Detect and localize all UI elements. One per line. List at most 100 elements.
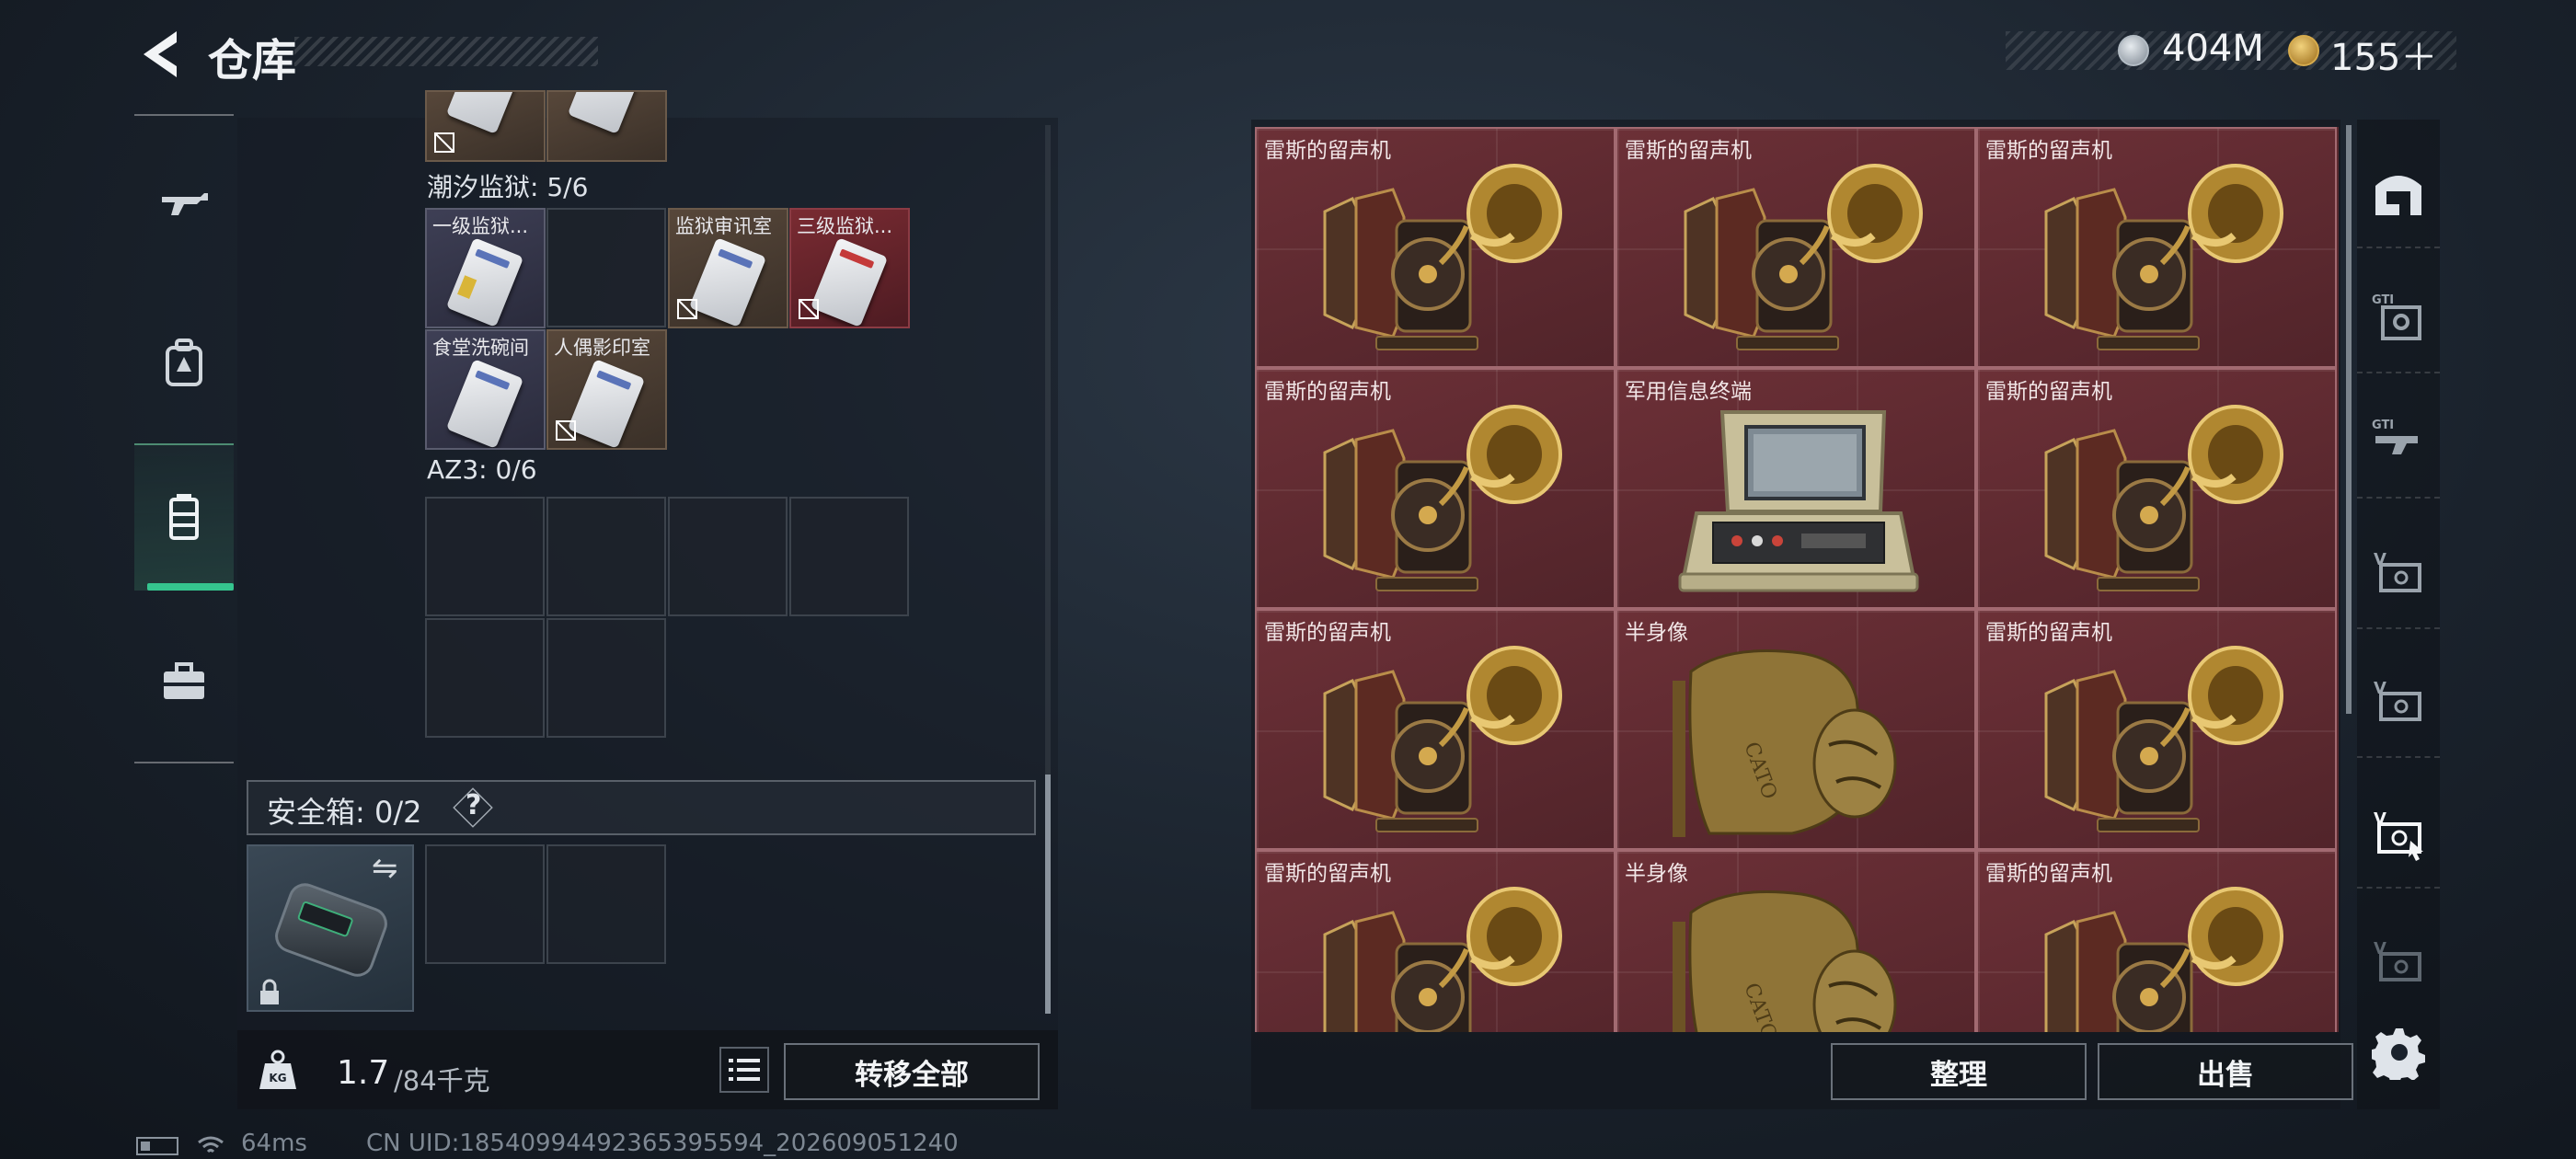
container-item[interactable]: 雷斯的留声机 (1976, 609, 2337, 850)
keycard-item[interactable]: 一级监狱... (425, 208, 546, 328)
safe-box-label: 安全箱: 0/2 (267, 795, 422, 830)
list-view-button[interactable] (719, 1047, 769, 1093)
bust-statue-icon: CATO (1673, 890, 1897, 1032)
svg-text:GTI: GTI (2372, 293, 2394, 307)
backpack-icon (166, 339, 202, 386)
container-item[interactable]: 雷斯的留声机 (1976, 368, 2337, 609)
item-label: 人偶影印室 (554, 337, 650, 359)
gramophone-icon (1323, 405, 1562, 591)
silver-coin-icon (2118, 35, 2149, 66)
warehouse-locker-icon (169, 494, 199, 540)
sort-button[interactable]: 整理 (1831, 1043, 2087, 1100)
container-grid: 雷斯的留声机 雷斯的留声机 雷斯的留声机 雷斯的留声机 军用信息终端 雷斯的留声… (1255, 127, 2339, 1032)
empty-slot[interactable] (546, 844, 666, 964)
category-sidebar (134, 114, 234, 763)
item-label: 半身像 (1625, 862, 1688, 886)
item-label: 雷斯的留声机 (1985, 621, 2112, 645)
military-terminal-icon (1678, 410, 1919, 592)
container-item[interactable]: 雷斯的留声机 (1255, 368, 1616, 609)
no-insure-icon (556, 420, 576, 441)
empty-slot[interactable] (425, 844, 545, 964)
back-button[interactable] (134, 26, 186, 83)
rail-tab-gti-gun[interactable]: GTI (2357, 388, 2440, 499)
container-item[interactable]: 雷斯的留声机 (1616, 127, 1976, 368)
section-label-tide-prison: 潮汐监狱: 5/6 (427, 172, 589, 202)
keycard-item[interactable]: 人偶影印室 (546, 329, 667, 450)
item-label: 雷斯的留声机 (1264, 862, 1391, 886)
gti-tag-icon: GTI (2372, 293, 2421, 340)
rail-tab-v-tag-2[interactable]: V (2357, 648, 2440, 758)
gramophone-icon (2044, 405, 2283, 591)
gramophone-icon (1323, 887, 1562, 1032)
all-icon (2375, 176, 2421, 215)
container-item[interactable]: 雷斯的留声机 (1255, 609, 1616, 850)
item-label: 雷斯的留声机 (1264, 621, 1391, 645)
rail-tab-v-tag-1[interactable]: V (2357, 519, 2440, 629)
container-item[interactable]: 雷斯的留声机 (1976, 850, 2337, 1032)
tab-weapon[interactable] (134, 131, 234, 278)
transfer-all-button[interactable]: 转移全部 (784, 1043, 1040, 1100)
v-tag-cursor-icon: V (2374, 809, 2423, 861)
svg-text:KG: KG (269, 1072, 286, 1084)
empty-slot[interactable] (668, 497, 788, 616)
container-item[interactable]: 雷斯的留声机 (1255, 850, 1616, 1032)
item-label: 雷斯的留声机 (1985, 380, 2112, 404)
item-label: 雷斯的留声机 (1264, 380, 1391, 404)
list-icon (729, 1059, 760, 1081)
keycard-item-partial[interactable] (546, 90, 667, 162)
lock-icon (260, 979, 279, 1004)
container-item[interactable]: 雷斯的留声机 (1976, 127, 2337, 368)
empty-slot[interactable] (546, 618, 666, 738)
no-insure-icon (434, 132, 454, 153)
container-item[interactable]: 军用信息终端 (1616, 368, 1976, 609)
item-label: 半身像 (1625, 621, 1688, 645)
v-tag-icon: V (2374, 939, 2421, 981)
gramophone-icon (1684, 164, 1923, 350)
currency-silver-value[interactable]: 404M (2162, 28, 2264, 70)
left-scroll-thumb[interactable] (1045, 775, 1051, 1014)
item-label: 军用信息终端 (1625, 380, 1752, 404)
gramophone-icon (1323, 164, 1562, 350)
item-label: 雷斯的留声机 (1985, 139, 2112, 163)
container-item[interactable]: CATO 半身像 (1616, 609, 1976, 850)
weight-icon: KG (259, 1050, 296, 1089)
gold-coin-icon (2288, 35, 2319, 66)
rail-tab-v-tag-3[interactable]: V (2357, 907, 2440, 1017)
rail-tab-gti-tag[interactable]: GTI (2357, 263, 2440, 373)
keycard-item-partial[interactable] (425, 90, 546, 162)
rail-tab-v-tag-active[interactable]: V (2357, 778, 2440, 889)
uid-readout: CN UID:18540994492365395594_202609051240 (366, 1130, 959, 1157)
weight-capacity: /84千克 (394, 1065, 490, 1096)
keycard-item[interactable]: 监狱审讯室 (668, 208, 788, 328)
item-label: 雷斯的留声机 (1264, 139, 1391, 163)
container-item[interactable]: CATO 半身像 (1616, 850, 1976, 1032)
battery-icon (136, 1137, 178, 1155)
settings-gear-icon[interactable] (2372, 1025, 2427, 1080)
empty-slot[interactable] (546, 497, 666, 616)
gramophone-icon (1323, 646, 1562, 832)
empty-slot[interactable] (425, 497, 545, 616)
gun-icon (162, 193, 208, 215)
item-label: 雷斯的留声机 (1625, 139, 1752, 163)
tab-toolbox[interactable] (134, 607, 234, 754)
section-label-az3: AZ3: 0/6 (427, 454, 537, 485)
empty-slot[interactable] (425, 618, 545, 738)
toolbox-icon (164, 662, 204, 699)
sell-button[interactable]: 出售 (2098, 1043, 2353, 1100)
empty-slot[interactable] (546, 208, 666, 327)
empty-slot[interactable] (789, 497, 909, 616)
swap-icon[interactable]: ⇋ (372, 850, 398, 887)
v-tag-icon: V (2374, 679, 2421, 721)
tab-backpack[interactable] (134, 289, 234, 436)
container-item[interactable]: 雷斯的留声机 (1255, 127, 1616, 368)
gramophone-icon (2044, 646, 2283, 832)
keycard-item[interactable]: 食堂洗碗间 (425, 329, 546, 450)
keycard-item[interactable]: 三级监狱... (789, 208, 910, 328)
rail-tab-all[interactable] (2357, 138, 2440, 248)
right-scroll-thumb[interactable] (2346, 125, 2352, 714)
no-insure-icon (799, 299, 819, 319)
tab-warehouse[interactable] (134, 443, 234, 591)
wifi-icon (198, 1136, 224, 1153)
help-icon[interactable]: ? (466, 789, 481, 821)
currency-gold-value[interactable]: 155＋ (2330, 28, 2437, 81)
